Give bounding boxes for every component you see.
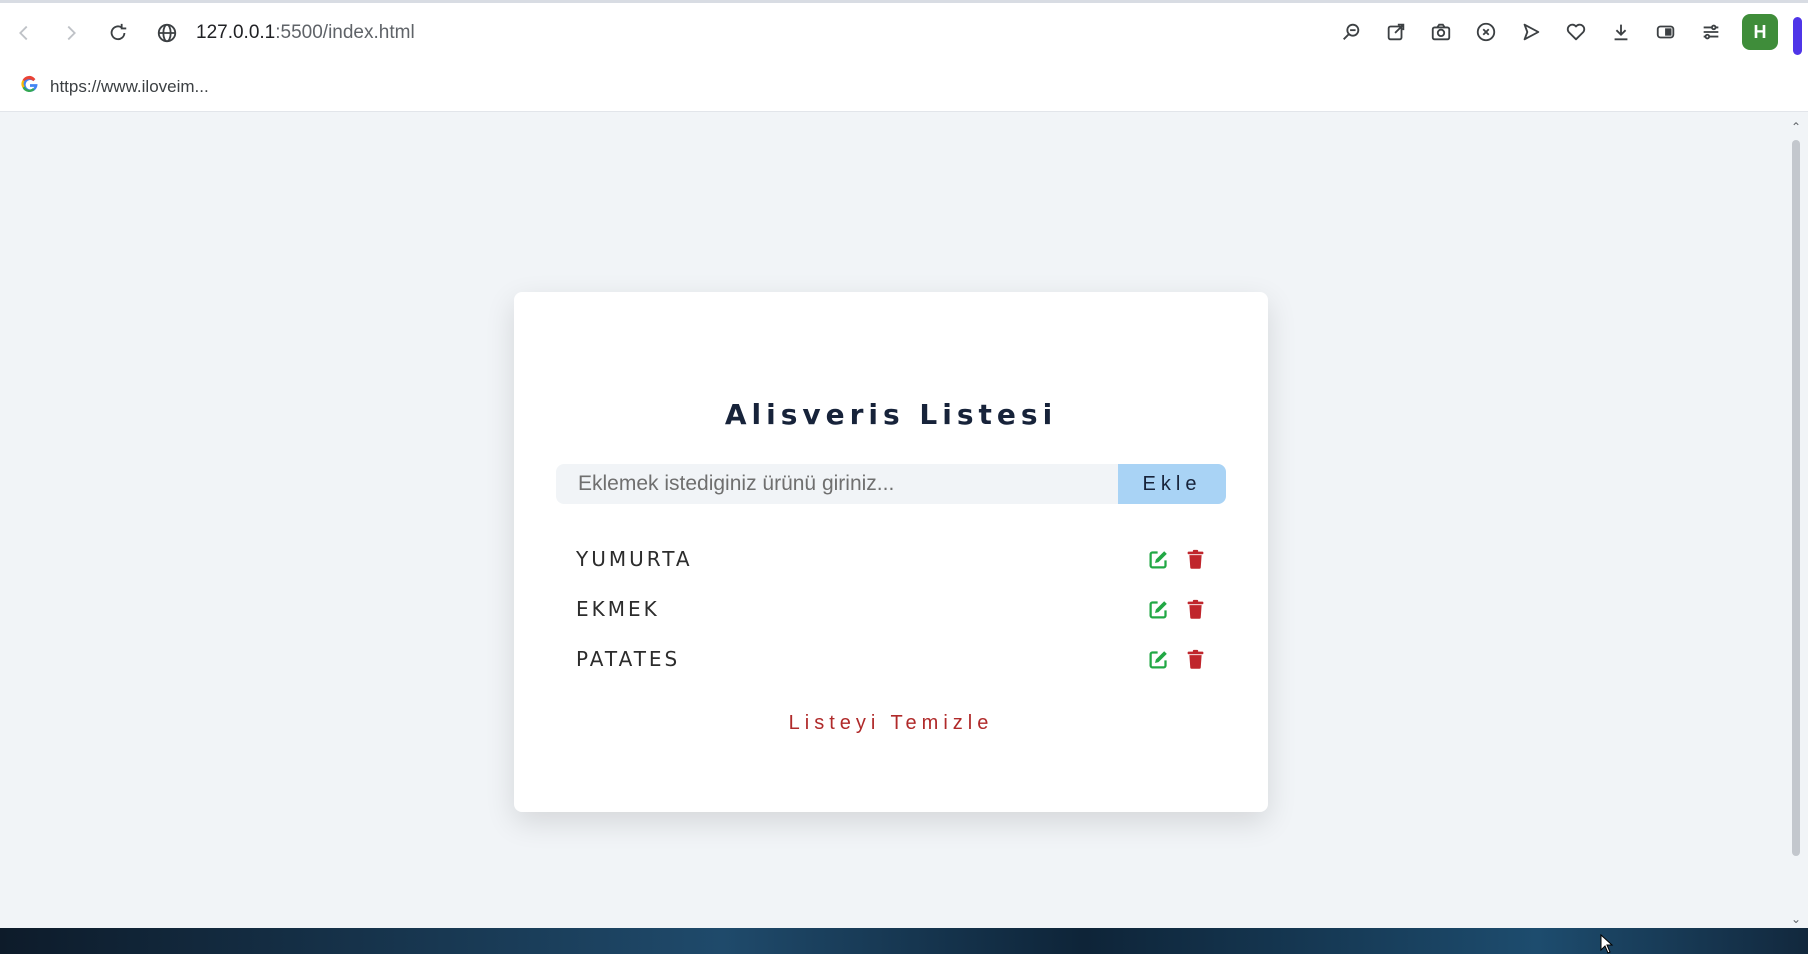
item-actions (1148, 649, 1206, 670)
google-icon (20, 74, 40, 100)
app-title: Alisveris Listesi (724, 398, 1058, 431)
page-scrollbar[interactable]: ⌃ ⌄ (1786, 118, 1808, 928)
send-icon (1523, 23, 1540, 41)
delete-button[interactable] (1185, 649, 1206, 670)
address-bar[interactable]: 127.0.0.1:5500/index.html (154, 13, 415, 53)
edit-icon (1149, 550, 1167, 569)
desktop-taskbar (0, 928, 1808, 954)
trash-icon (1187, 549, 1204, 569)
url-host: 127.0.0.1 (196, 21, 276, 43)
clear-list-button[interactable]: Listeyi Temizle (514, 712, 1268, 735)
edit-icon (1149, 600, 1167, 619)
item-name: PATATES (576, 647, 681, 671)
item-actions (1148, 599, 1206, 620)
item-input[interactable] (556, 464, 1118, 504)
close-circle-icon (1476, 22, 1496, 42)
item-list: YUMURTA EKMEK PATATES (556, 534, 1226, 684)
scrollbar-thumb[interactable] (1792, 140, 1800, 856)
add-button[interactable]: Ekle (1118, 464, 1226, 504)
favorites-button[interactable] (1562, 18, 1590, 46)
settings-button[interactable] (1697, 18, 1725, 46)
profile-avatar[interactable]: H (1742, 14, 1778, 50)
edit-button[interactable] (1148, 649, 1169, 670)
trash-icon (1187, 649, 1204, 669)
delete-button[interactable] (1185, 549, 1206, 570)
forward-button[interactable] (49, 11, 93, 55)
scroll-up-icon[interactable]: ⌃ (1790, 121, 1802, 133)
send-button[interactable] (1517, 18, 1545, 46)
shopping-list-card: Alisveris Listesi Ekle YUMURTA EKMEK (514, 292, 1268, 812)
sidebar-indicator[interactable] (1793, 17, 1802, 55)
download-icon (1614, 24, 1628, 41)
camera-icon (1431, 23, 1451, 41)
edit-icon (1149, 650, 1167, 669)
back-button[interactable] (2, 11, 46, 55)
zoom-icon (1343, 23, 1360, 40)
screenshot-button[interactable] (1427, 18, 1455, 46)
zoom-button[interactable] (1337, 18, 1365, 46)
forward-icon (67, 25, 76, 40)
reload-icon (110, 23, 127, 40)
share-icon (1387, 23, 1405, 41)
browser-tools: H (1337, 14, 1778, 50)
add-item-form: Ekle (556, 464, 1226, 504)
settings-sliders-icon (1703, 24, 1719, 40)
globe-icon (154, 20, 180, 46)
list-item: PATATES (556, 634, 1226, 684)
battery-saver-button[interactable] (1652, 18, 1680, 46)
heart-icon (1566, 23, 1586, 41)
item-name: EKMEK (576, 597, 660, 621)
mouse-cursor-icon (1600, 934, 1614, 954)
list-item: EKMEK (556, 584, 1226, 634)
url-path: :5500/index.html (275, 21, 415, 43)
list-item: YUMURTA (556, 534, 1226, 584)
item-actions (1148, 549, 1206, 570)
delete-button[interactable] (1185, 599, 1206, 620)
bookmarks-bar: https://www.iloveim... (0, 62, 1808, 112)
edit-button[interactable] (1148, 599, 1169, 620)
back-icon (19, 25, 28, 40)
browser-toolbar: 127.0.0.1:5500/index.html H (0, 0, 1808, 62)
share-button[interactable] (1382, 18, 1410, 46)
trash-icon (1187, 599, 1204, 619)
url-text: 127.0.0.1:5500/index.html (196, 22, 415, 44)
bookmark-item[interactable]: https://www.iloveim... (20, 74, 209, 100)
bookmark-label: https://www.iloveim... (50, 76, 209, 96)
scroll-down-icon[interactable]: ⌄ (1790, 913, 1802, 925)
item-name: YUMURTA (576, 547, 693, 571)
downloads-button[interactable] (1607, 18, 1635, 46)
battery-icon (1656, 25, 1675, 39)
edit-button[interactable] (1148, 549, 1169, 570)
block-button[interactable] (1472, 18, 1500, 46)
reload-button[interactable] (96, 11, 140, 55)
